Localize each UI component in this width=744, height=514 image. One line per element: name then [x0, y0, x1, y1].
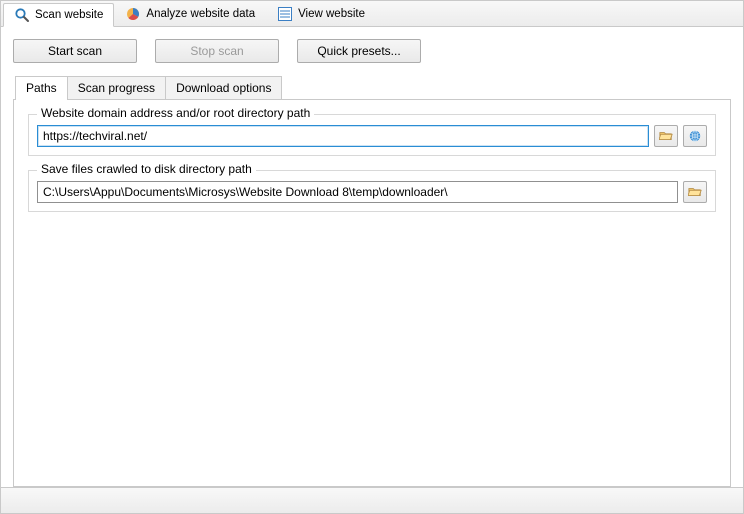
- subtab-bar: Paths Scan progress Download options: [13, 75, 731, 99]
- website-domain-input[interactable]: [37, 125, 649, 147]
- group-save-path: Save files crawled to disk directory pat…: [28, 170, 716, 212]
- group-save-path-label: Save files crawled to disk directory pat…: [37, 162, 256, 176]
- status-bar: [1, 487, 743, 513]
- tab-view-website[interactable]: View website: [266, 2, 376, 26]
- group-website-domain-label: Website domain address and/or root direc…: [37, 106, 314, 120]
- folder-open-icon: [688, 185, 702, 199]
- quick-presets-button[interactable]: Quick presets...: [297, 39, 421, 63]
- group-website-domain: Website domain address and/or root direc…: [28, 114, 716, 156]
- tab-scan-website-label: Scan website: [35, 9, 103, 21]
- folder-open-icon: [659, 129, 673, 143]
- action-button-row: Start scan Stop scan Quick presets...: [13, 39, 731, 63]
- tab-scan-website[interactable]: Scan website: [3, 3, 114, 27]
- start-scan-button[interactable]: Start scan: [13, 39, 137, 63]
- browse-folder-button[interactable]: [654, 125, 678, 147]
- stop-scan-button: Stop scan: [155, 39, 279, 63]
- browse-save-folder-button[interactable]: [683, 181, 707, 203]
- list-view-icon: [277, 6, 293, 22]
- browse-web-button[interactable]: [683, 125, 707, 147]
- magnifier-icon: [14, 7, 30, 23]
- pie-chart-icon: [125, 6, 141, 22]
- main-panel: Start scan Stop scan Quick presets... Pa…: [1, 27, 743, 487]
- top-toolbar: Scan website Analyze website data View w…: [1, 1, 743, 27]
- tab-analyze-data-label: Analyze website data: [146, 8, 255, 20]
- subtab-paths[interactable]: Paths: [15, 76, 68, 100]
- tab-analyze-data[interactable]: Analyze website data: [114, 2, 266, 26]
- save-path-input[interactable]: [37, 181, 678, 203]
- tab-content-paths: Website domain address and/or root direc…: [13, 99, 731, 487]
- subtab-scan-progress[interactable]: Scan progress: [67, 76, 166, 99]
- globe-icon: [688, 129, 702, 143]
- tab-view-website-label: View website: [298, 8, 365, 20]
- subtab-download-options[interactable]: Download options: [165, 76, 282, 99]
